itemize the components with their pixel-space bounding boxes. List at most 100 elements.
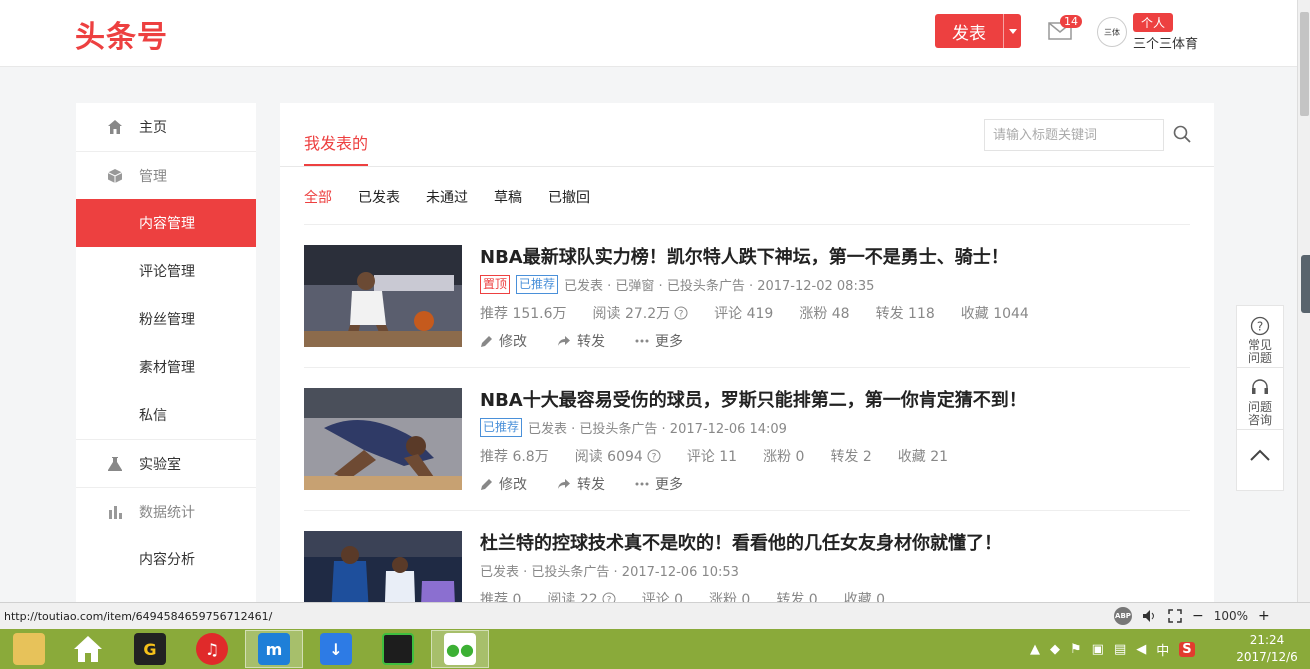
adblock-icon[interactable]: ABP (1114, 607, 1132, 625)
pinned-tag: 置顶 (480, 275, 511, 294)
publish-label[interactable]: 发表 (935, 19, 1003, 44)
article-meta: 已发表 · 已投头条广告 · 2017-12-06 10:53 (480, 561, 739, 580)
edit-button[interactable]: 修改 (480, 474, 527, 494)
zoom-out-button[interactable]: − (1192, 608, 1204, 624)
taskbar-netease-music[interactable]: ♫ (183, 630, 241, 668)
filter-rejected[interactable]: 未通过 (426, 187, 468, 207)
edit-label: 修改 (499, 477, 527, 493)
stat-recommend: 推荐 151.6万 (480, 306, 567, 322)
help-float-panel: ? 常见问题 问题咨询 (1236, 305, 1284, 491)
more-label: 更多 (655, 334, 683, 350)
taskbar-file-explorer[interactable] (0, 630, 58, 668)
article-actions: 修改 转发 更多 (480, 331, 713, 351)
filter-all[interactable]: 全部 (304, 187, 332, 207)
sidebar-item-comment-manage[interactable]: 评论管理 (76, 247, 256, 295)
stat-share: 转发 0 (776, 592, 818, 602)
question-icon[interactable]: ? (602, 592, 616, 602)
ellipsis-icon (635, 339, 649, 343)
article-stats: 推荐 6.8万 阅读 6094 ? 评论 11 涨粉 0 转发 2 收藏 21 (480, 446, 974, 466)
volume-icon[interactable]: ◀ (1136, 642, 1146, 657)
article-thumbnail[interactable] (304, 388, 462, 490)
stat-fans: 涨粉 48 (799, 306, 850, 322)
personal-tag: 个人 (1133, 13, 1174, 32)
side-panel-handle[interactable] (1301, 255, 1310, 313)
article-meta: 已推荐 已发表 · 已投头条广告 · 2017-12-06 14:09 (480, 418, 787, 437)
article-meta: 置顶 已推荐 已发表 · 已弹窗 · 已投头条广告 · 2017-12-02 0… (480, 275, 874, 294)
tray-app-icon[interactable]: ◆ (1050, 642, 1060, 657)
mail-count-badge: 14 (1060, 15, 1082, 28)
os-taskbar: G ♫ m ↓ ●● ▲ ◆ ⚑ ▣ ▤ ◀ 中 S 21:24 2017/12… (0, 629, 1310, 669)
chevron-down-icon[interactable] (1003, 14, 1021, 48)
sogou-icon[interactable]: S (1179, 641, 1195, 657)
back-to-top-button[interactable] (1237, 430, 1283, 492)
stat-read-wrap: 阅读 6094 ? (575, 446, 661, 466)
sidebar-item-content-analysis[interactable]: 内容分析 (76, 535, 256, 583)
username[interactable]: 三个三体育 (1133, 33, 1198, 52)
main-header: 我发表的 (280, 103, 1214, 167)
sidebar-item-manage[interactable]: 管理 (76, 151, 256, 199)
taskbar-downloader[interactable]: ↓ (307, 630, 365, 668)
toutiao-logo[interactable]: 头条号 (75, 12, 168, 56)
filter-withdrawn[interactable]: 已撤回 (548, 187, 590, 207)
recommended-tag: 已推荐 (516, 275, 559, 294)
article-thumbnail[interactable] (304, 245, 462, 347)
sidebar-item-fans-manage[interactable]: 粉丝管理 (76, 295, 256, 343)
share-label: 转发 (577, 477, 605, 493)
stat-read-wrap: 阅读 22 ? (547, 589, 616, 602)
share-button[interactable]: 转发 (557, 331, 605, 351)
sidebar-item-label: 评论管理 (139, 264, 195, 280)
tab-my-published[interactable]: 我发表的 (304, 130, 369, 166)
zoom-in-button[interactable]: + (1258, 608, 1270, 624)
search-input[interactable] (984, 119, 1164, 151)
ime-indicator[interactable]: 中 (1156, 640, 1169, 659)
sidebar-item-material-manage[interactable]: 素材管理 (76, 343, 256, 391)
taskbar-browser[interactable]: m (245, 630, 303, 668)
share-button[interactable]: 转发 (557, 474, 605, 494)
taskbar-home[interactable] (59, 630, 117, 668)
consult-button[interactable]: 问题咨询 (1237, 368, 1283, 430)
fullscreen-icon[interactable] (1168, 609, 1182, 623)
article-thumbnail[interactable] (304, 531, 462, 602)
network-icon[interactable]: ▤ (1114, 642, 1126, 657)
status-url: http://toutiao.com/item/6494584659756712… (4, 610, 273, 623)
taskbar-wechat[interactable]: ●● (431, 630, 489, 668)
sidebar-item-home[interactable]: 主页 (76, 103, 256, 151)
tray-expand-icon[interactable]: ▲ (1030, 642, 1040, 657)
folder-icon (13, 633, 45, 665)
sidebar-item-content-manage[interactable]: 内容管理 (76, 199, 256, 247)
taskbar-clock[interactable]: 21:24 2017/12/6 (1232, 632, 1302, 666)
recommended-tag: 已推荐 (480, 418, 523, 437)
search-icon[interactable] (1173, 125, 1191, 143)
publish-button[interactable]: 发表 (935, 14, 1021, 48)
consult-label: 问题咨询 (1247, 400, 1272, 427)
article-title[interactable]: NBA最新球队实力榜！凯尔特人跌下神坛，第一不是勇士、骑士！ (480, 243, 1009, 269)
question-icon[interactable]: ? (674, 306, 688, 320)
sidebar-item-messages[interactable]: 私信 (76, 391, 256, 439)
taskbar-image-viewer[interactable] (369, 630, 427, 668)
device-icon[interactable]: ▣ (1092, 642, 1104, 657)
article-title[interactable]: 杜兰特的控球技术真不是吹的！看看他的几任女友身材你就懂了！ (480, 529, 1002, 555)
stat-fav: 收藏 1044 (960, 306, 1029, 322)
article-title[interactable]: NBA十大最容易受伤的球员，罗斯只能排第二，第一你肯定猜不到！ (480, 386, 1027, 412)
sidebar-item-stats[interactable]: 数据统计 (76, 487, 256, 535)
flag-icon[interactable]: ⚑ (1070, 642, 1082, 657)
filter-published[interactable]: 已发表 (358, 187, 400, 207)
volume-icon[interactable] (1142, 609, 1158, 623)
stat-comment: 评论 11 (686, 449, 738, 465)
filter-draft[interactable]: 草稿 (494, 187, 522, 207)
edit-button[interactable]: 修改 (480, 331, 527, 351)
more-button[interactable]: 更多 (635, 474, 683, 494)
scrollbar-thumb[interactable] (1300, 12, 1309, 116)
adblock-label: ABP (1115, 612, 1131, 620)
sidebar: 主页 管理 内容管理 评论管理 粉丝管理 素材管理 私信 实验室 数据统计 内容… (76, 103, 256, 602)
question-icon[interactable]: ? (647, 449, 661, 463)
faq-button[interactable]: ? 常见问题 (1237, 306, 1283, 368)
avatar[interactable]: 三体 (1097, 17, 1127, 47)
taskbar-app-g[interactable]: G (121, 630, 179, 668)
wechat-icon: ●● (444, 633, 476, 665)
sidebar-item-lab[interactable]: 实验室 (76, 439, 256, 487)
more-button[interactable]: 更多 (635, 331, 683, 351)
list-item: NBA最新球队实力榜！凯尔特人跌下神坛，第一不是勇士、骑士！ 置顶 已推荐 已发… (304, 225, 1190, 368)
share-label: 转发 (577, 334, 605, 350)
zoom-level[interactable]: 100% (1214, 609, 1248, 623)
